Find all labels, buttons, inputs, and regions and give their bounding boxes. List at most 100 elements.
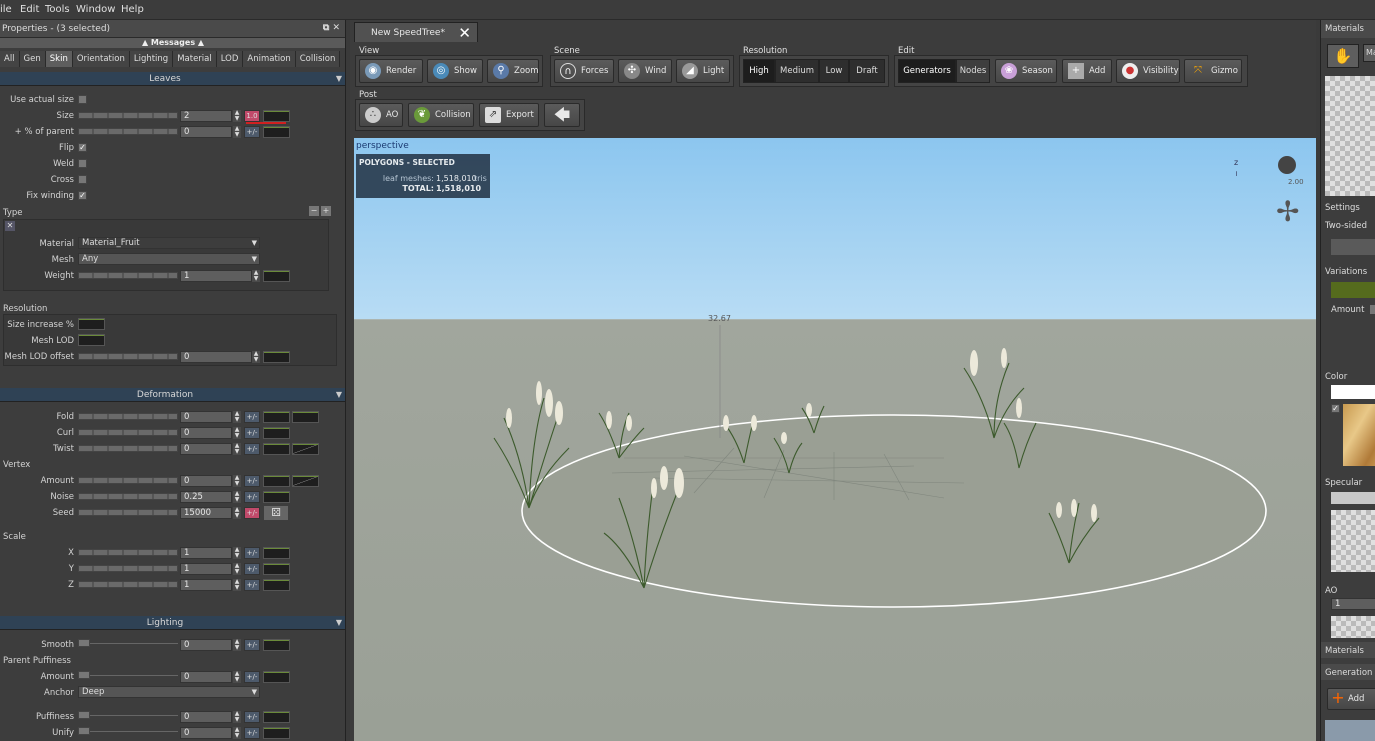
res-draft-button[interactable]: Draft bbox=[849, 59, 885, 83]
forces-button[interactable]: ∩ Forces bbox=[554, 59, 614, 83]
light-button[interactable]: ◢ Light bbox=[676, 59, 730, 83]
mesh-lod-curve[interactable] bbox=[78, 334, 105, 346]
menu-help[interactable]: Help bbox=[121, 4, 144, 15]
tab-skin[interactable]: Skin bbox=[45, 51, 73, 67]
collapse-icon[interactable]: ▼ bbox=[336, 390, 342, 399]
nodes-button[interactable]: Nodes bbox=[956, 59, 990, 83]
y-spinner[interactable]: ▲ ▼ bbox=[233, 563, 241, 575]
smooth-curve[interactable] bbox=[263, 639, 290, 651]
close-icon[interactable]: ✕ bbox=[458, 24, 471, 42]
type-close-icon[interactable]: ✕ bbox=[5, 221, 15, 231]
unify-pm[interactable]: +/- bbox=[244, 727, 260, 739]
amount-spinner[interactable]: ▲ ▼ bbox=[233, 475, 241, 487]
x-pm[interactable]: +/- bbox=[244, 547, 260, 559]
color-texture-thumb[interactable] bbox=[1343, 404, 1375, 466]
messages-bar[interactable]: ▲ Messages ▲ bbox=[0, 38, 345, 48]
color-swatch[interactable] bbox=[1331, 385, 1375, 399]
y-curve[interactable] bbox=[263, 563, 290, 575]
material-dropdown[interactable]: Material_Fruit ▼ bbox=[78, 237, 260, 249]
twist-curve-2[interactable] bbox=[292, 443, 319, 455]
tab-animation[interactable]: Animation bbox=[243, 51, 296, 67]
seed-spinner[interactable]: ▲ ▼ bbox=[233, 507, 241, 519]
unify-curve[interactable] bbox=[263, 727, 290, 739]
generators-button[interactable]: Generators bbox=[898, 59, 956, 83]
smooth-pm[interactable]: +/- bbox=[244, 639, 260, 651]
fan-icon[interactable]: ✢ bbox=[1276, 198, 1299, 226]
pct-parent-slider[interactable] bbox=[78, 128, 178, 135]
unify-input[interactable]: 0 bbox=[180, 727, 232, 739]
tab-all[interactable]: All bbox=[0, 51, 20, 67]
res-high-button[interactable]: High bbox=[743, 59, 775, 83]
tab-orientation[interactable]: Orientation bbox=[72, 51, 130, 67]
fold-spinner[interactable]: ▲ ▼ bbox=[233, 411, 241, 423]
menu-window[interactable]: Window bbox=[76, 4, 115, 15]
seed-pm[interactable]: +/- bbox=[244, 507, 260, 519]
tab-collision[interactable]: Collision bbox=[295, 51, 341, 67]
z-curve[interactable] bbox=[263, 579, 290, 591]
x-curve[interactable] bbox=[263, 547, 290, 559]
puffiness-slider[interactable] bbox=[78, 711, 90, 719]
amount-pm[interactable]: +/- bbox=[244, 475, 260, 487]
variation-color-swatch[interactable] bbox=[1331, 282, 1375, 298]
pp-amount-curve[interactable] bbox=[263, 671, 290, 683]
pp-amount-input[interactable]: 0 bbox=[180, 671, 232, 683]
document-tab[interactable]: New SpeedTree* ✕ bbox=[354, 22, 478, 42]
specular-texture-thumb[interactable] bbox=[1331, 510, 1375, 572]
pp-amount-spinner[interactable]: ▲ ▼ bbox=[233, 671, 241, 683]
smooth-input[interactable]: 0 bbox=[180, 639, 232, 651]
mesh-lod-offset-curve[interactable] bbox=[263, 351, 290, 363]
ao-texture-thumb[interactable] bbox=[1331, 616, 1375, 638]
add-type-icon[interactable]: + bbox=[321, 206, 331, 216]
pct-parent-input[interactable]: 0 bbox=[180, 126, 232, 138]
fold-slider[interactable] bbox=[78, 413, 178, 420]
twist-curve[interactable] bbox=[263, 443, 290, 455]
weight-spinner[interactable]: ▲ ▼ bbox=[252, 270, 260, 282]
unify-slider[interactable] bbox=[78, 727, 90, 735]
amount-curve-2[interactable] bbox=[292, 475, 319, 487]
puffiness-spinner[interactable]: ▲ ▼ bbox=[233, 711, 241, 723]
light-sphere-icon[interactable] bbox=[1278, 156, 1296, 174]
specular-swatch[interactable] bbox=[1331, 492, 1375, 504]
twist-slider[interactable] bbox=[78, 445, 178, 452]
pct-parent-spinner[interactable]: ▲ ▼ bbox=[233, 126, 241, 138]
x-input[interactable]: 1 bbox=[180, 547, 232, 559]
noise-pm[interactable]: +/- bbox=[244, 491, 260, 503]
fold-pm[interactable]: +/- bbox=[244, 411, 260, 423]
weight-input[interactable]: 1 bbox=[180, 270, 252, 282]
add-button[interactable]: + Add bbox=[1062, 59, 1112, 83]
menu-tools[interactable]: Tools bbox=[45, 4, 70, 15]
x-slider[interactable] bbox=[78, 549, 178, 556]
res-medium-button[interactable]: Medium bbox=[775, 59, 819, 83]
curl-pm[interactable]: +/- bbox=[244, 427, 260, 439]
mesh-lod-offset-input[interactable]: 0 bbox=[180, 351, 252, 363]
export-button[interactable]: ⇗ Export bbox=[479, 103, 539, 127]
mesh-lod-offset-spinner[interactable]: ▲ ▼ bbox=[252, 351, 260, 363]
curl-spinner[interactable]: ▲ ▼ bbox=[233, 427, 241, 439]
fold-input[interactable]: 0 bbox=[180, 411, 232, 423]
z-slider[interactable] bbox=[78, 581, 178, 588]
size-curve[interactable] bbox=[263, 110, 290, 122]
size-spinner[interactable]: ▲ ▼ bbox=[233, 110, 241, 122]
puffiness-input[interactable]: 0 bbox=[180, 711, 232, 723]
puffiness-pm[interactable]: +/- bbox=[244, 711, 260, 723]
gizmo-button[interactable]: ⤧ Gizmo bbox=[1184, 59, 1242, 83]
y-slider[interactable] bbox=[78, 565, 178, 572]
tab-material[interactable]: Material bbox=[173, 51, 217, 67]
unify-spinner[interactable]: ▲ ▼ bbox=[233, 727, 241, 739]
settings-button[interactable] bbox=[1331, 239, 1375, 255]
ao-input[interactable]: 1 bbox=[1331, 598, 1375, 610]
tab-lod[interactable]: LOD bbox=[216, 51, 244, 67]
pp-amount-pm[interactable]: +/- bbox=[244, 671, 260, 683]
color-map-checkbox[interactable]: ✓ bbox=[1331, 404, 1340, 413]
leaves-section-header[interactable]: Leaves ▼ bbox=[0, 72, 345, 86]
visibility-button[interactable]: ● Visibility bbox=[1116, 59, 1180, 83]
noise-slider[interactable] bbox=[78, 493, 178, 500]
pct-parent-curve[interactable] bbox=[263, 126, 290, 138]
render-button[interactable]: ◉ Render bbox=[359, 59, 423, 83]
amount-curve[interactable] bbox=[263, 475, 290, 487]
size-increase-curve[interactable] bbox=[78, 318, 105, 330]
fold-curve-2[interactable] bbox=[292, 411, 319, 423]
3d-viewport[interactable]: perspective POLYGONS - SELECTED leaf mes… bbox=[354, 138, 1316, 741]
pct-parent-pm[interactable]: +/- bbox=[244, 126, 260, 138]
fix-winding-checkbox[interactable]: ✓ bbox=[78, 191, 87, 200]
